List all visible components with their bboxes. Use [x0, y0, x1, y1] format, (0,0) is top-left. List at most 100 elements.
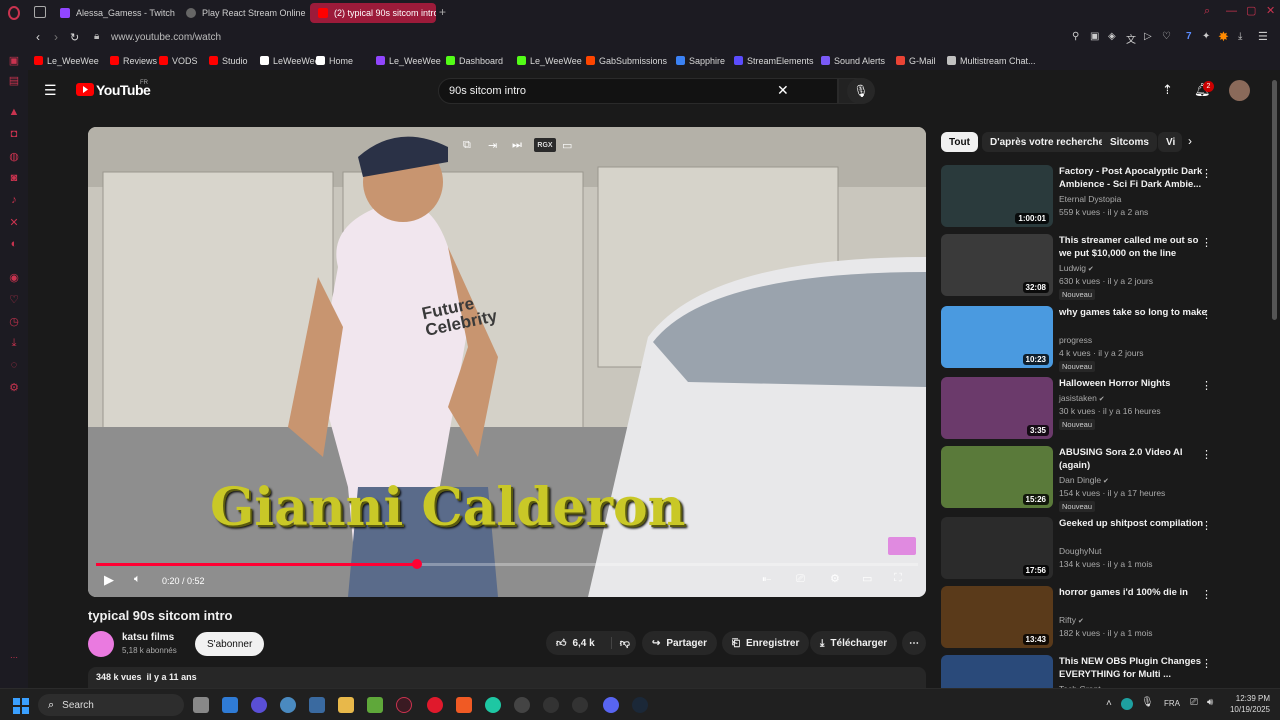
subscribe-button[interactable]: S'abonner	[195, 632, 265, 656]
language-indicator[interactable]: FRA	[1164, 699, 1180, 708]
close-window-button[interactable]: ✕	[1266, 4, 1275, 17]
bookmark-13[interactable]: G-Mail	[896, 54, 936, 67]
miniplayer-icon[interactable]: ⧉	[463, 139, 471, 152]
download-icon[interactable]: ⤓	[7, 336, 21, 350]
progress-scrubber[interactable]	[411, 559, 422, 569]
recommendation-item[interactable]: 1:00:01 Factory - Post Apocalyptic Dark A…	[941, 165, 1261, 229]
progress-track[interactable]	[96, 563, 918, 566]
video-thumbnail[interactable]: 32:08	[941, 234, 1053, 296]
opera-icon[interactable]	[7, 6, 21, 20]
theater-mode-icon[interactable]: ▭	[862, 572, 872, 585]
reload-button[interactable]: ↻	[70, 31, 79, 44]
settings-gear-icon[interactable]: ⚙	[830, 572, 840, 585]
steam-icon[interactable]	[632, 697, 648, 713]
pip-icon[interactable]: ▭	[562, 139, 572, 152]
aria-icon[interactable]: ▲	[7, 105, 21, 119]
recommendation-item[interactable]: 3:35 Halloween Horror Nights jasistaken ✔ 3…	[941, 377, 1261, 441]
user-avatar[interactable]	[1229, 80, 1250, 101]
maximize-button[interactable]: ▢	[1246, 4, 1256, 17]
volume-icon[interactable]: 🔈︎	[134, 573, 141, 586]
bookmark-6[interactable]: Le_WeeWee	[376, 54, 441, 67]
video-thumbnail[interactable]: 13:43	[941, 586, 1053, 648]
youtube-logo-icon[interactable]	[76, 83, 94, 96]
bookmark-11[interactable]: StreamElements	[734, 54, 814, 67]
recommendation-item[interactable]: 17:56 Geeked up shitpost compilation Dough…	[941, 517, 1261, 581]
video-player[interactable]: Future Celebrity Gianni Calderon ⧉ ⇥ ⏭︎ …	[88, 127, 926, 597]
more-options-icon[interactable]: ⋮	[1201, 308, 1212, 321]
filter-chip[interactable]: Sitcoms	[1102, 132, 1157, 152]
fullscreen-icon[interactable]: ⛶	[894, 572, 902, 585]
channel-name[interactable]: Dan Dingle ✔	[1059, 475, 1109, 485]
bookmark-14[interactable]: Multistream Chat...	[947, 54, 1036, 67]
file-explorer-icon[interactable]	[338, 697, 354, 713]
nvidia-icon[interactable]	[367, 697, 383, 713]
video-thumbnail[interactable]: 10:23	[941, 306, 1053, 368]
video-thumbnail[interactable]: 15:26	[941, 446, 1053, 508]
tray-chevron-icon[interactable]: ˄	[1106, 698, 1112, 709]
autoplay-toggle[interactable]: ⏸︎⎯	[762, 574, 771, 585]
more-options-icon[interactable]: ⋮	[1201, 167, 1212, 180]
more-icon[interactable]: ⋯	[7, 650, 21, 664]
settings-app-icon[interactable]	[280, 697, 296, 713]
more-options-icon[interactable]: ⋮	[1201, 519, 1212, 532]
brave-icon[interactable]	[456, 697, 472, 713]
channel-name[interactable]: katsu films	[122, 632, 174, 643]
hamburger-menu-icon[interactable]: ☰	[44, 82, 57, 99]
obs-icon[interactable]	[543, 697, 559, 713]
whatsapp-icon[interactable]: ◍	[7, 149, 21, 163]
explosion-icon[interactable]: ✸	[1218, 29, 1229, 45]
news-icon[interactable]: ▤	[7, 73, 21, 87]
description-box[interactable]: 348 k vues il y a 11 ans	[88, 667, 926, 688]
bookmark-1[interactable]: Reviews	[110, 54, 157, 67]
back-button[interactable]: ‹	[36, 30, 40, 44]
bookmark-2[interactable]: VODS	[159, 54, 198, 67]
channel-name[interactable]: Eternal Dystopia	[1059, 194, 1121, 204]
chat-app-icon[interactable]	[251, 697, 267, 713]
clock[interactable]: 12:39 PM 10/19/2025	[1226, 693, 1270, 715]
tab-twitch[interactable]: Alessa_Gamess - Twitch	[52, 3, 176, 23]
discord-taskbar-icon[interactable]	[603, 697, 619, 713]
snapshot-icon[interactable]: ▣	[1090, 31, 1099, 42]
bookmark-0[interactable]: Le_WeeWee	[34, 54, 99, 67]
minimize-button[interactable]: —	[1226, 5, 1237, 17]
recommendation-item[interactable]: 13:43 horror games i'd 100% die in Rifty ✔…	[941, 586, 1261, 650]
search-input[interactable]	[449, 79, 769, 103]
extensions-icon[interactable]: ✦	[1202, 31, 1210, 42]
video-title[interactable]: Geeked up shitpost compilation	[1059, 517, 1209, 530]
forward-button[interactable]: ›	[54, 30, 58, 44]
adblock-icon[interactable]: ◈	[1108, 31, 1116, 42]
video-thumbnail[interactable]: 1:00:01	[941, 165, 1053, 227]
subtitles-icon[interactable]: ⎚	[796, 573, 805, 586]
menu-icon[interactable]: ☰	[1258, 30, 1268, 43]
bookmark-5[interactable]: Home	[316, 54, 353, 67]
more-options-icon[interactable]: ⋮	[1201, 236, 1212, 249]
wallet-icon[interactable]: ▣	[7, 53, 21, 67]
filter-chip[interactable]: Tout	[941, 132, 978, 152]
search-tabs-icon[interactable]: ⌕	[1204, 5, 1210, 18]
task-view-icon[interactable]	[193, 697, 209, 713]
tray-app-icon[interactable]	[1121, 698, 1133, 710]
new-tab-button[interactable]: +	[439, 5, 446, 19]
player-icon[interactable]: ▷	[1144, 31, 1152, 42]
more-actions-button[interactable]: ⋯	[902, 631, 926, 655]
channel-name[interactable]: progress	[1059, 335, 1092, 345]
music-icon[interactable]: ◉	[7, 270, 21, 284]
more-options-icon[interactable]: ⋮	[1201, 379, 1212, 392]
tab-youtube[interactable]: (2) typical 90s sitcom intro	[310, 3, 436, 23]
discord-icon[interactable]: ◐	[7, 237, 21, 251]
share-button[interactable]: ↪ Partager	[642, 631, 717, 655]
clear-search-icon[interactable]: ✕	[777, 82, 789, 99]
heart-icon[interactable]: ♡	[1162, 31, 1171, 42]
rgx-button[interactable]: RGX	[534, 138, 556, 152]
microphone-icon[interactable]: 🎙︎	[1141, 697, 1154, 708]
taskbar-search[interactable]: ⌕ Search	[38, 694, 184, 716]
windows-start-icon[interactable]	[13, 698, 29, 714]
translate-icon[interactable]: 文	[1126, 31, 1136, 46]
twitch-icon[interactable]: ◘	[7, 127, 21, 141]
channel-name[interactable]: DoughyNut	[1059, 546, 1102, 556]
video-thumbnail[interactable]: 3:35	[941, 377, 1053, 439]
video-title[interactable]: Factory - Post Apocalyptic Dark Ambience…	[1059, 165, 1209, 191]
video-title[interactable]: ABUSING Sora 2.0 Video AI (again)	[1059, 446, 1209, 472]
tab-game[interactable]: Play React Stream Online	[178, 3, 306, 23]
like-icon[interactable]: 👍︎	[556, 637, 566, 649]
